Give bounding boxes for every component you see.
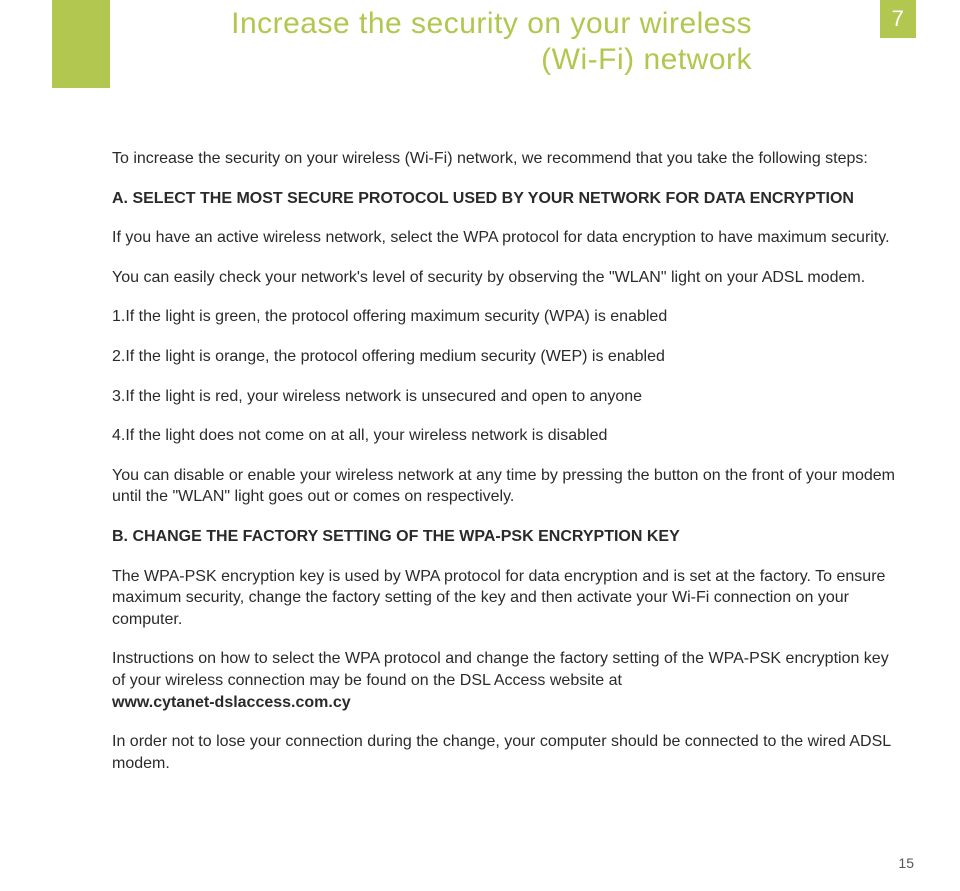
section-b-heading: B. CHANGE THE FACTORY SETTING OF THE WPA… bbox=[112, 526, 900, 548]
list-item-2: 2.If the light is orange, the protocol o… bbox=[112, 346, 900, 368]
dsl-access-url: www.cytanet-dslaccess.com.cy bbox=[112, 694, 351, 711]
section-a-title: SELECT THE MOST SECURE PROTOCOL USED BY … bbox=[132, 190, 854, 207]
section-b-p2: Instructions on how to select the WPA pr… bbox=[112, 648, 900, 713]
section-b-title: CHANGE THE FACTORY SETTING OF THE WPA-PS… bbox=[132, 528, 679, 545]
section-b-p3: In order not to lose your connection dur… bbox=[112, 731, 900, 774]
left-accent-bar bbox=[52, 0, 110, 88]
content-body: To increase the security on your wireles… bbox=[112, 148, 900, 792]
chapter-number-badge: 7 bbox=[880, 0, 916, 38]
title-line-1: Increase the security on your wireless bbox=[231, 7, 752, 40]
page-number: 15 bbox=[898, 854, 914, 873]
page-title: Increase the security on your wireless (… bbox=[112, 6, 880, 78]
section-a-p2: You can easily check your network's leve… bbox=[112, 267, 900, 289]
list-item-1: 1.If the light is green, the protocol of… bbox=[112, 306, 900, 328]
section-b-p2-text: Instructions on how to select the WPA pr… bbox=[112, 650, 889, 689]
list-item-3: 3.If the light is red, your wireless net… bbox=[112, 386, 900, 408]
section-b-p1: The WPA-PSK encryption key is used by WP… bbox=[112, 566, 900, 631]
intro-paragraph: To increase the security on your wireles… bbox=[112, 148, 900, 170]
title-line-2: (Wi-Fi) network bbox=[541, 43, 752, 76]
list-item-4: 4.If the light does not come on at all, … bbox=[112, 425, 900, 447]
section-a-p1: If you have an active wireless network, … bbox=[112, 227, 900, 249]
section-a-p3: You can disable or enable your wireless … bbox=[112, 465, 900, 508]
section-a-heading: A. SELECT THE MOST SECURE PROTOCOL USED … bbox=[112, 188, 900, 210]
section-a-prefix: A. bbox=[112, 190, 128, 207]
section-b-prefix: B. bbox=[112, 528, 128, 545]
